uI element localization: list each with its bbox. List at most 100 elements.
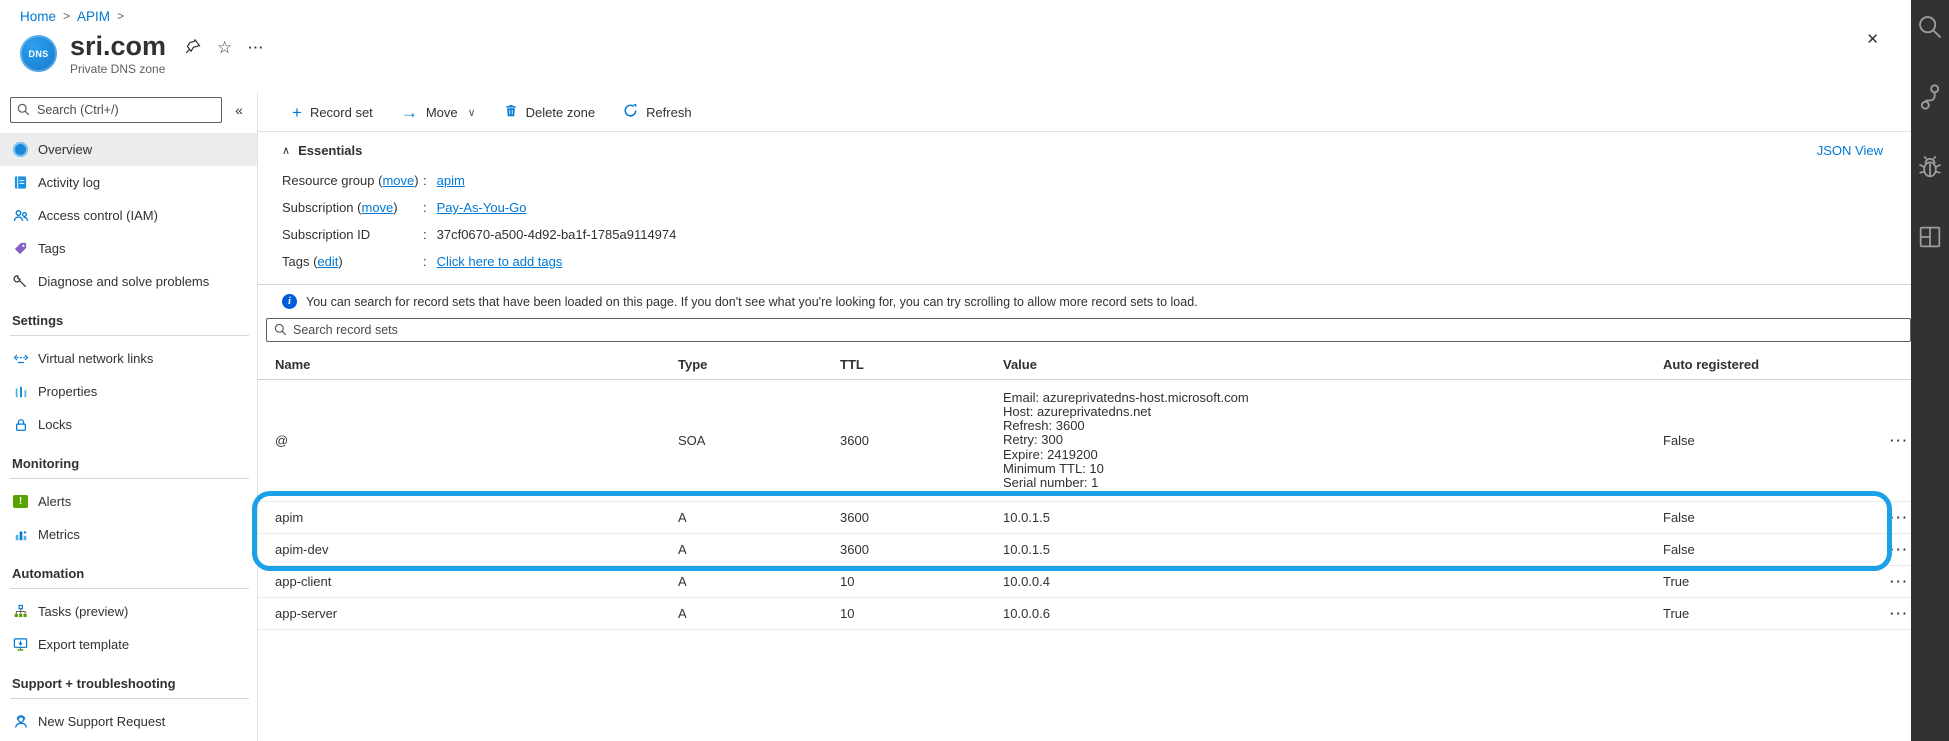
table-row[interactable]: @ SOA 3600 Email: azureprivatedns-host.m… [258,380,1911,502]
azure-portal-blade: Home > APIM > DNS sri.com Private DNS zo… [0,0,1949,741]
sidebar-item-properties[interactable]: Properties [0,375,257,408]
dns-zone-avatar: DNS [20,35,57,72]
content-pane: + Record set → Move ∨ Delete zone Refres… [252,92,1911,741]
sidebar-item-new-support-request[interactable]: New Support Request [0,705,257,738]
table-row[interactable]: apim A 3600 10.0.1.5 False ··· [258,502,1911,534]
chevron-down-icon: ∨ [467,106,476,119]
layout-icon[interactable] [1915,222,1945,252]
breadcrumb-separator: > [117,9,125,23]
essentials-row-subscription-id: Subscription ID : 37cf0670-a500-4d92-ba1… [282,227,677,242]
edit-tags-link[interactable]: edit [317,254,338,269]
divider [10,335,249,336]
delete-zone-button[interactable]: Delete zone [504,103,595,121]
overview-icon [12,141,29,158]
table-header-row: Name Type TTL Value Auto registered [258,350,1911,380]
info-banner: i You can search for record sets that ha… [282,294,1911,309]
page-header: Home > APIM > DNS sri.com Private DNS zo… [0,0,1911,92]
row-actions-icon[interactable]: ··· [1890,433,1911,448]
chevron-up-icon: ∧ [282,144,291,157]
sidebar-nav: Overview Activity log Access control (IA… [0,133,257,738]
table-row[interactable]: app-client A 10 10.0.0.4 True ··· [258,566,1911,598]
column-header-auto-registered: Auto registered [1663,357,1760,372]
activity-log-icon [12,174,29,191]
favorite-star-icon[interactable]: ☆ [217,39,232,56]
branch-icon[interactable] [1915,82,1945,112]
essentials-toggle[interactable]: ∧ Essentials [282,143,362,158]
refresh-icon [623,103,638,121]
arrow-right-icon: → [400,102,418,122]
move-resource-group-link[interactable]: move [382,173,414,188]
sidebar-search-input[interactable] [10,97,222,123]
page-subtitle: Private DNS zone [70,62,166,76]
breadcrumb: Home > APIM > [20,6,1911,26]
breadcrumb-separator: > [63,9,71,23]
column-header-ttl: TTL [840,357,864,372]
column-header-value: Value [1003,357,1037,372]
record-set-button[interactable]: + Record set [292,104,373,121]
sidebar-item-access-control[interactable]: Access control (IAM) [0,199,257,232]
sidebar-section-automation: Automation [12,566,85,581]
main-column: Home > APIM > DNS sri.com Private DNS zo… [0,0,1911,741]
sidebar-item-overview[interactable]: Overview [0,133,257,166]
command-bar: + Record set → Move ∨ Delete zone Refres… [292,97,1911,127]
access-control-icon [12,207,29,224]
sidebar-item-export-template[interactable]: Export template [0,628,257,661]
alerts-icon: ! [12,493,29,510]
search-icon [274,323,287,336]
sidebar: « Overview Activity log [0,92,258,741]
trash-icon [504,103,518,121]
breadcrumb-home-link[interactable]: Home [20,9,56,24]
resource-group-value-link[interactable]: apim [437,173,465,188]
divider [258,284,1911,285]
pin-icon[interactable] [185,38,201,58]
essentials-title: Essentials [298,142,363,158]
info-icon: i [282,294,297,309]
search-icon [17,103,30,116]
title-row: DNS sri.com Private DNS zone ☆ ··· [20,31,1911,76]
row-actions-icon[interactable]: ··· [1890,510,1911,525]
sidebar-item-activity-log[interactable]: Activity log [0,166,257,199]
sidebar-item-diagnose[interactable]: Diagnose and solve problems [0,265,257,298]
column-header-name: Name [275,357,311,372]
move-button[interactable]: → Move ∨ [401,104,476,121]
divider [258,131,1911,132]
row-actions-icon[interactable]: ··· [1890,574,1911,589]
sidebar-item-tasks-preview[interactable]: Tasks (preview) [0,595,257,628]
sidebar-item-locks[interactable]: Locks [0,408,257,441]
table-row[interactable]: app-server A 10 10.0.0.6 True ··· [258,598,1911,630]
sidebar-section-settings: Settings [12,313,64,328]
plus-icon: + [292,102,302,122]
subscription-value-link[interactable]: Pay-As-You-Go [437,200,527,215]
tasks-icon [12,603,29,620]
refresh-button[interactable]: Refresh [623,103,692,121]
sidebar-item-virtual-network-links[interactable]: Virtual network links [0,342,257,375]
close-blade-icon[interactable]: ✕ [1866,30,1879,48]
sidebar-item-metrics[interactable]: Metrics [0,518,257,551]
breadcrumb-apim-link[interactable]: APIM [77,9,110,24]
essentials-row-tags: Tags (edit) : Click here to add tags [282,254,563,269]
row-actions-icon[interactable]: ··· [1890,542,1911,557]
record-sets-search-input[interactable] [266,318,1911,342]
header-more-icon[interactable]: ··· [248,40,264,56]
sidebar-item-alerts[interactable]: ! Alerts [0,485,257,518]
divider [10,698,249,699]
divider [10,588,249,589]
metrics-icon [12,526,29,543]
subscription-id-value: 37cf0670-a500-4d92-ba1f-1785a9114974 [436,227,677,242]
collapse-sidebar-icon[interactable]: « [227,102,251,118]
sidebar-section-support: Support + troubleshooting [12,676,176,691]
row-actions-icon[interactable]: ··· [1890,606,1911,621]
essentials-rows: Resource group (move) : apim Subscriptio… [282,167,1911,275]
properties-icon [12,383,29,400]
lock-icon [12,416,29,433]
add-tags-link[interactable]: Click here to add tags [437,254,563,269]
search-icon[interactable] [1915,12,1945,42]
sidebar-item-tags[interactable]: Tags [0,232,257,265]
essentials-row-subscription: Subscription (move) : Pay-As-You-Go [282,200,527,215]
table-row[interactable]: apim-dev A 3600 10.0.1.5 False ··· [258,534,1911,566]
move-subscription-link[interactable]: move [361,200,393,215]
bug-icon[interactable] [1915,152,1945,182]
json-view-link[interactable]: JSON View [1817,143,1883,158]
virtual-network-links-icon [12,350,29,367]
export-template-icon [12,636,29,653]
